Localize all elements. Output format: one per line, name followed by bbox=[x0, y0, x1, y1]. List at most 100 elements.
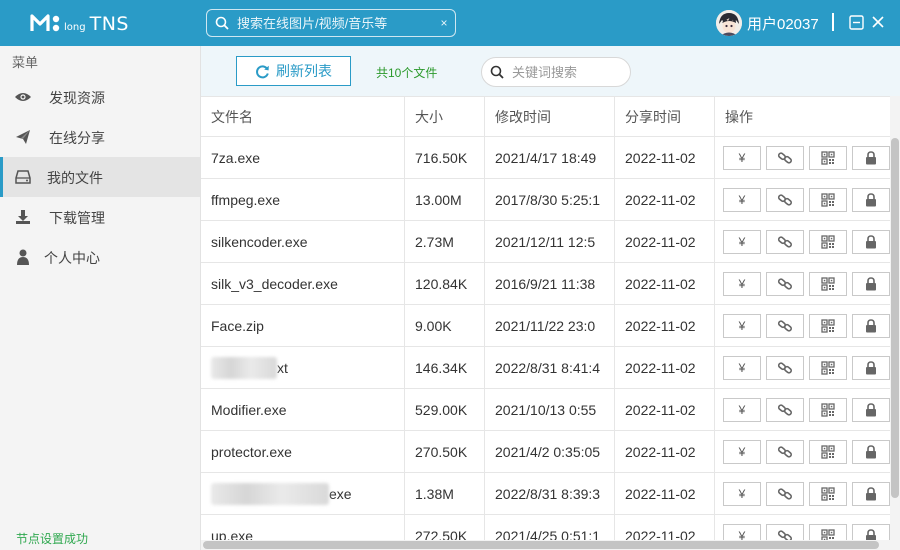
copy-link-button[interactable] bbox=[766, 397, 804, 422]
lock-icon bbox=[865, 192, 877, 207]
lock-button[interactable] bbox=[852, 229, 890, 254]
sidebar-item-discover[interactable]: 发现资源 bbox=[0, 77, 200, 117]
file-count: 共10个文件 bbox=[376, 66, 438, 80]
table-row[interactable]: protector.exe 270.50K 2021/4/2 0:35:05 2022… bbox=[201, 431, 890, 473]
file-name-cell: ffmpeg.exe bbox=[201, 179, 405, 220]
table-row[interactable]: exe 1.38M 2022/8/31 8:39:3 2022-11-02 ¥ bbox=[201, 473, 890, 515]
keyword-search-input[interactable] bbox=[512, 64, 630, 80]
copy-link-button[interactable] bbox=[766, 439, 804, 464]
yen-icon: ¥ bbox=[738, 444, 746, 459]
column-header-shared[interactable]: 分享时间 bbox=[615, 97, 715, 136]
vertical-scroll-thumb[interactable] bbox=[891, 138, 899, 498]
qrcode-button[interactable] bbox=[809, 439, 847, 464]
actions-cell: ¥ bbox=[715, 431, 890, 472]
copy-link-button[interactable] bbox=[766, 523, 804, 540]
set-price-button[interactable]: ¥ bbox=[723, 187, 761, 212]
qrcode-button[interactable] bbox=[809, 481, 847, 506]
sidebar-item-profile[interactable]: 个人中心 bbox=[0, 237, 200, 277]
lock-icon bbox=[865, 318, 877, 333]
sidebar-item-downloads[interactable]: 下载管理 bbox=[0, 197, 200, 237]
copy-link-button[interactable] bbox=[766, 355, 804, 380]
set-price-button[interactable]: ¥ bbox=[723, 229, 761, 254]
link-icon bbox=[777, 444, 793, 460]
lock-icon bbox=[865, 486, 877, 501]
close-button[interactable] bbox=[870, 14, 886, 30]
file-name-cell: silkencoder.exe bbox=[201, 221, 405, 262]
refresh-list-button[interactable]: 刷新列表 bbox=[236, 56, 351, 86]
horizontal-scrollbar[interactable] bbox=[201, 540, 900, 550]
lock-button[interactable] bbox=[852, 187, 890, 212]
copy-link-button[interactable] bbox=[766, 229, 804, 254]
modified-time-cell: 2021/10/13 0:55 bbox=[485, 389, 615, 430]
set-price-button[interactable]: ¥ bbox=[723, 271, 761, 296]
redacted-filename bbox=[211, 482, 329, 505]
set-price-button[interactable]: ¥ bbox=[723, 355, 761, 380]
qrcode-button[interactable] bbox=[809, 523, 847, 540]
clear-search-icon[interactable]: × bbox=[433, 16, 455, 30]
avatar[interactable] bbox=[716, 10, 742, 36]
table-row[interactable]: silkencoder.exe 2.73M 2021/12/11 12:5 2022-… bbox=[201, 221, 890, 263]
user-profile[interactable]: 用户02037 bbox=[716, 10, 819, 36]
lock-icon bbox=[865, 150, 877, 165]
set-price-button[interactable]: ¥ bbox=[723, 313, 761, 338]
sidebar-item-label: 个人中心 bbox=[44, 250, 100, 266]
column-header-size[interactable]: 大小 bbox=[405, 97, 485, 136]
vertical-scrollbar[interactable] bbox=[890, 96, 900, 540]
file-size-cell: 9.00K bbox=[405, 305, 485, 346]
lock-button[interactable] bbox=[852, 439, 890, 464]
file-name: Face.zip bbox=[211, 317, 264, 334]
table-row[interactable]: up.exe 272.50K 2021/4/25 0:51:1 2022-11-02 ¥ bbox=[201, 515, 890, 540]
keyword-search-box[interactable] bbox=[481, 57, 631, 87]
qrcode-button[interactable] bbox=[809, 397, 847, 422]
lock-button[interactable] bbox=[852, 145, 890, 170]
set-price-button[interactable]: ¥ bbox=[723, 439, 761, 464]
table-row[interactable]: xt 146.34K 2022/8/31 8:41:4 2022-11-02 ¥ bbox=[201, 347, 890, 389]
table-row[interactable]: silk_v3_decoder.exe 120.84K 2016/9/21 11:3… bbox=[201, 263, 890, 305]
table-row[interactable]: 7za.exe 716.50K 2021/4/17 18:49 2022-11-02 ¥ bbox=[201, 137, 890, 179]
set-price-button[interactable]: ¥ bbox=[723, 145, 761, 170]
qrcode-icon bbox=[821, 276, 835, 291]
paper-plane-icon bbox=[14, 129, 32, 145]
copy-link-button[interactable] bbox=[766, 313, 804, 338]
copy-link-button[interactable] bbox=[766, 481, 804, 506]
qrcode-button[interactable] bbox=[809, 145, 847, 170]
set-price-button[interactable]: ¥ bbox=[723, 481, 761, 506]
copy-link-button[interactable] bbox=[766, 187, 804, 212]
table-row[interactable]: Face.zip 9.00K 2021/11/22 23:0 2022-11-02 ¥ bbox=[201, 305, 890, 347]
sidebar-item-share[interactable]: 在线分享 bbox=[0, 117, 200, 157]
set-price-button[interactable]: ¥ bbox=[723, 397, 761, 422]
qrcode-button[interactable] bbox=[809, 355, 847, 380]
qrcode-button[interactable] bbox=[809, 229, 847, 254]
column-header-name[interactable]: 文件名 bbox=[201, 97, 405, 136]
lock-button[interactable] bbox=[852, 481, 890, 506]
horizontal-scroll-thumb[interactable] bbox=[203, 541, 879, 549]
minimize-button[interactable] bbox=[848, 14, 864, 30]
qrcode-button[interactable] bbox=[809, 313, 847, 338]
lock-button[interactable] bbox=[852, 313, 890, 338]
actions-cell: ¥ bbox=[715, 305, 890, 346]
actions-cell: ¥ bbox=[715, 179, 890, 220]
shared-time-cell: 2022-11-02 bbox=[615, 305, 715, 346]
online-search-box[interactable]: × bbox=[206, 9, 456, 37]
table-row[interactable]: ffmpeg.exe 13.00M 2017/8/30 5:25:1 2022-11-… bbox=[201, 179, 890, 221]
qrcode-button[interactable] bbox=[809, 271, 847, 296]
yen-icon: ¥ bbox=[738, 234, 746, 249]
shared-time-cell: 2022-11-02 bbox=[615, 389, 715, 430]
column-header-modified[interactable]: 修改时间 bbox=[485, 97, 615, 136]
set-price-button[interactable]: ¥ bbox=[723, 523, 761, 540]
lock-button[interactable] bbox=[852, 397, 890, 422]
copy-link-button[interactable] bbox=[766, 145, 804, 170]
lock-button[interactable] bbox=[852, 355, 890, 380]
copy-link-button[interactable] bbox=[766, 271, 804, 296]
link-icon bbox=[777, 150, 793, 166]
qrcode-button[interactable] bbox=[809, 187, 847, 212]
lock-button[interactable] bbox=[852, 523, 890, 540]
yen-icon: ¥ bbox=[738, 192, 746, 207]
table-row[interactable]: Modifier.exe 529.00K 2021/10/13 0:55 2022-1… bbox=[201, 389, 890, 431]
shared-time-cell: 2022-11-02 bbox=[615, 137, 715, 178]
sidebar-item-my-files[interactable]: 我的文件 bbox=[0, 157, 200, 197]
online-search-input[interactable] bbox=[237, 15, 433, 31]
lock-icon bbox=[865, 234, 877, 249]
lock-button[interactable] bbox=[852, 271, 890, 296]
modified-time-cell: 2021/12/11 12:5 bbox=[485, 221, 615, 262]
